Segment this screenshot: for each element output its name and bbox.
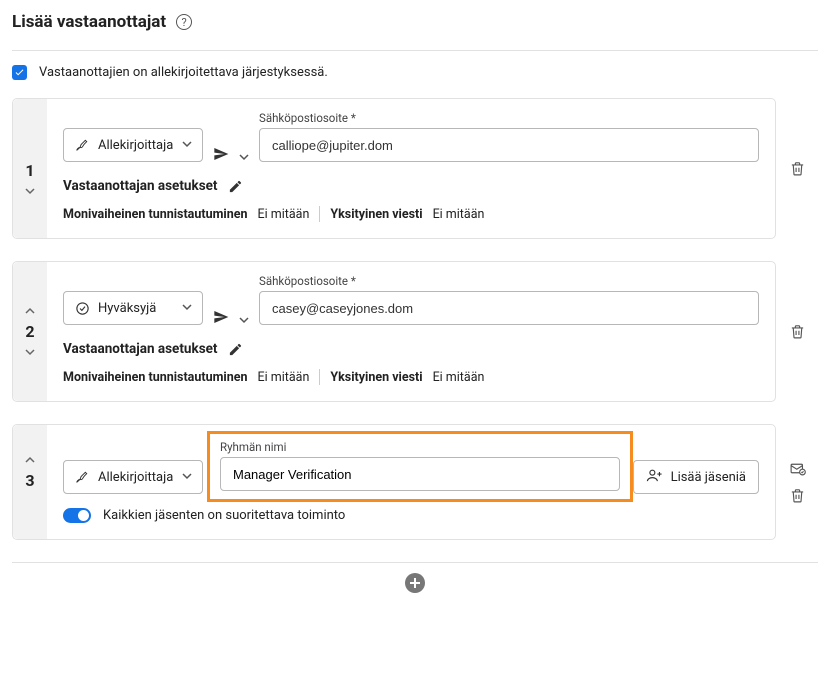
delete-button[interactable] [789, 487, 806, 504]
recipient-index: 1 [25, 161, 34, 180]
private-msg-value: Ei mitään [433, 370, 485, 385]
sign-in-order-label: Vastaanottajien on allekirjoitettava jär… [39, 65, 328, 80]
edit-icon[interactable] [228, 179, 243, 194]
role-select[interactable]: Hyväksyjä [63, 291, 203, 325]
add-members-label: Lisää jäseniä [671, 470, 746, 485]
chevron-down-icon[interactable] [23, 184, 37, 198]
send-menu-chevron[interactable] [239, 315, 249, 325]
role-select[interactable]: Allekirjoittaja [63, 128, 203, 162]
recipient-settings-label: Vastaanottajan asetukset [63, 178, 218, 194]
pen-icon [74, 137, 90, 153]
delete-button[interactable] [789, 160, 806, 177]
add-members-button[interactable]: Lisää jäseniä [633, 460, 759, 494]
email-label: Sähköpostiosoite * [259, 111, 759, 125]
page-title-text: Lisää vastaanottajat [12, 12, 166, 32]
send-icon[interactable] [213, 146, 229, 162]
group-name-input[interactable] [220, 457, 620, 491]
drag-handle[interactable]: 1 [13, 99, 47, 238]
page-title: Lisää vastaanottajat ? [12, 12, 818, 32]
check-circle-icon [74, 300, 90, 316]
private-message-icon[interactable] [789, 460, 806, 477]
chevron-up-icon[interactable] [23, 453, 37, 467]
drag-handle[interactable]: 3 [13, 425, 47, 539]
add-recipient-button[interactable] [405, 573, 425, 593]
private-msg-value: Ei mitään [433, 207, 485, 222]
edit-icon[interactable] [228, 342, 243, 357]
email-label: Sähköpostiosoite * [259, 274, 759, 288]
role-label: Allekirjoittaja [98, 470, 174, 485]
email-input[interactable] [259, 291, 759, 325]
delete-button[interactable] [789, 323, 806, 340]
private-msg-label: Yksityinen viesti [330, 370, 422, 385]
chevron-down-icon [182, 138, 192, 153]
chevron-up-icon[interactable] [23, 304, 37, 318]
mfa-label: Monivaiheinen tunnistautuminen [63, 370, 248, 385]
group-name-label: Ryhmän nimi [220, 440, 620, 454]
chevron-down-icon[interactable] [23, 345, 37, 359]
mfa-value: Ei mitään [258, 370, 310, 385]
pen-icon [74, 469, 90, 485]
chevron-down-icon [182, 301, 192, 316]
send-icon[interactable] [213, 309, 229, 325]
role-label: Hyväksyjä [98, 301, 174, 316]
group-add-icon [646, 467, 663, 488]
send-menu-chevron[interactable] [239, 152, 249, 162]
private-msg-label: Yksityinen viesti [330, 207, 422, 222]
chevron-down-icon [182, 470, 192, 485]
role-select[interactable]: Allekirjoittaja [63, 460, 203, 494]
all-members-label: Kaikkien jäsenten on suoritettava toimin… [103, 508, 345, 523]
group-name-highlight: Ryhmän nimi [207, 431, 633, 502]
help-icon[interactable]: ? [176, 14, 192, 30]
mfa-value: Ei mitään [258, 207, 310, 222]
sign-in-order-checkbox[interactable] [12, 65, 27, 80]
recipient-index: 3 [25, 471, 34, 490]
mfa-label: Monivaiheinen tunnistautuminen [63, 207, 248, 222]
drag-handle[interactable]: 2 [13, 262, 47, 401]
recipient-index: 2 [25, 322, 34, 341]
recipient-settings-label: Vastaanottajan asetukset [63, 341, 218, 357]
email-input[interactable] [259, 128, 759, 162]
role-label: Allekirjoittaja [98, 138, 174, 153]
all-members-toggle[interactable] [63, 508, 91, 523]
